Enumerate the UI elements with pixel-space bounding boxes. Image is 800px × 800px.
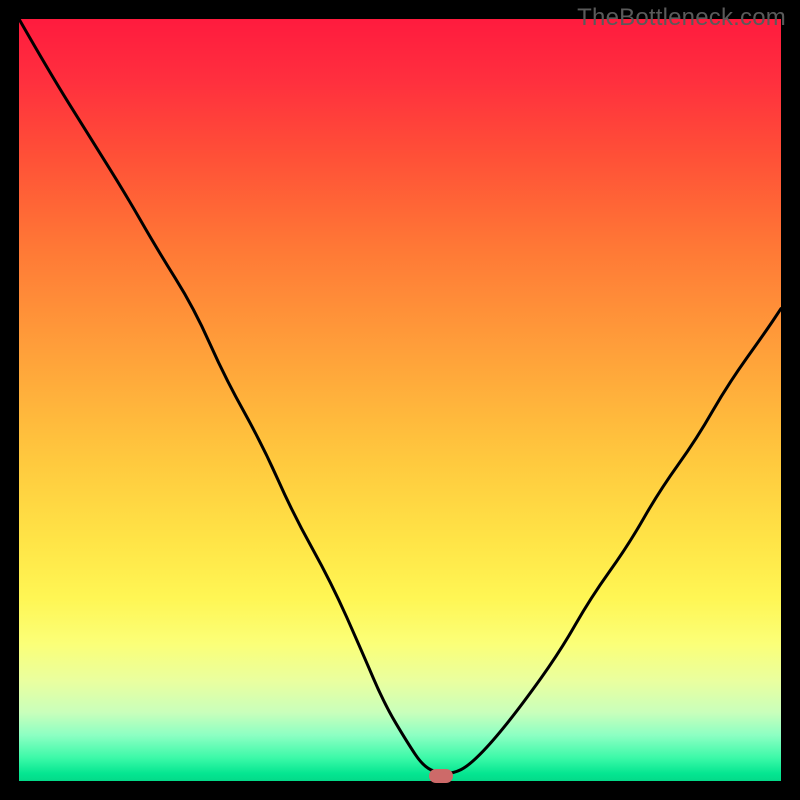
bottleneck-curve: [19, 19, 781, 781]
watermark-text: TheBottleneck.com: [577, 4, 786, 32]
curve-path: [19, 19, 781, 773]
chart-frame: TheBottleneck.com: [0, 0, 800, 800]
minimum-marker: [429, 769, 453, 783]
